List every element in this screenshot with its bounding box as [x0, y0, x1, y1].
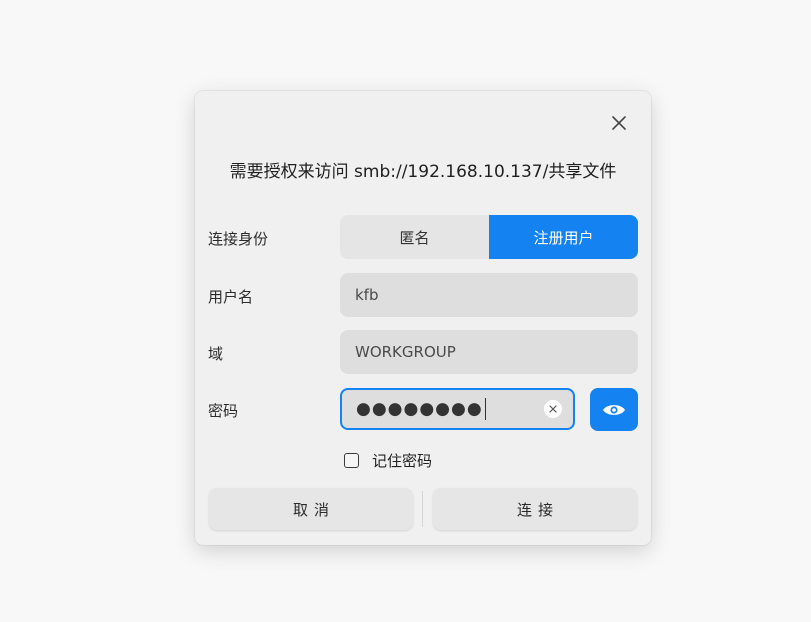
- password-label: 密码: [208, 402, 239, 420]
- segment-anonymous[interactable]: 匿名: [340, 215, 489, 259]
- dialog-title: 需要授权来访问 smb://192.168.10.137/共享文件: [229, 162, 617, 182]
- remember-password-label: 记住密码: [372, 452, 433, 470]
- close-button[interactable]: [607, 111, 631, 135]
- domain-label: 域: [208, 345, 224, 363]
- show-password-button[interactable]: [590, 388, 638, 431]
- remember-password-checkbox[interactable]: [344, 453, 359, 468]
- clear-icon: [549, 405, 557, 413]
- connect-as-segmented: 匿名 注册用户: [340, 215, 638, 259]
- eye-icon: [603, 404, 625, 415]
- close-icon: [612, 116, 626, 130]
- username-label: 用户名: [208, 288, 254, 306]
- username-field[interactable]: kfb: [340, 273, 638, 317]
- connect-button[interactable]: 连接: [433, 488, 637, 530]
- domain-value: WORKGROUP: [355, 343, 456, 361]
- text-caret: [484, 398, 486, 420]
- password-value: ●●●●●●●●: [356, 399, 483, 419]
- connect-as-label: 连接身份: [208, 230, 269, 248]
- segment-registered-user[interactable]: 注册用户: [489, 215, 638, 259]
- username-value: kfb: [355, 286, 379, 304]
- domain-field[interactable]: WORKGROUP: [340, 330, 638, 374]
- password-field[interactable]: ●●●●●●●●: [340, 388, 575, 430]
- cancel-button[interactable]: 取消: [209, 488, 413, 530]
- clear-password-button[interactable]: [544, 400, 562, 418]
- button-divider: [422, 491, 423, 527]
- remember-password-toggle[interactable]: 记住密码: [344, 450, 432, 471]
- auth-dialog: 需要授权来访问 smb://192.168.10.137/共享文件 连接身份 匿…: [195, 91, 651, 545]
